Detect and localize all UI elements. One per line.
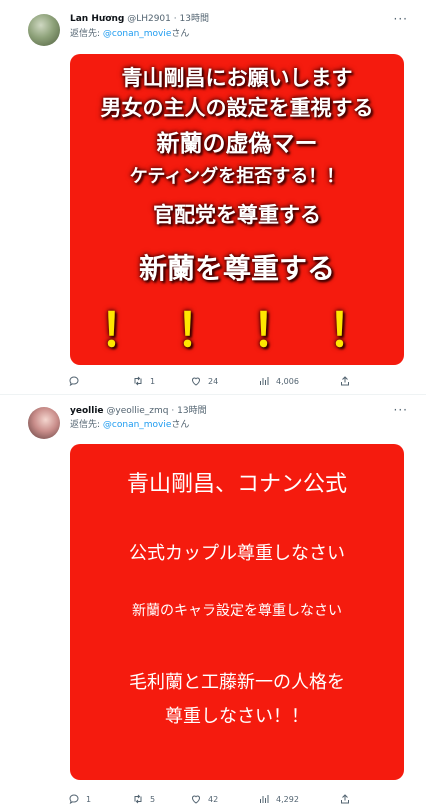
tweet-image[interactable]: 青山剛昌、コナン公式 公式カップル尊重しなさい 新蘭のキャラ設定を尊重しなさい …: [70, 444, 404, 780]
reply-count: 1: [86, 794, 92, 804]
share-button[interactable]: [339, 374, 357, 388]
author-name[interactable]: yeollie: [70, 406, 104, 416]
image-text-line: 青山剛昌、コナン公式: [126, 472, 347, 497]
more-icon[interactable]: ···: [394, 12, 408, 26]
like-count: 42: [208, 794, 219, 804]
image-text-line: 青山剛昌にお願いします: [121, 66, 353, 90]
avatar[interactable]: [28, 407, 60, 439]
image-text-line: 男女の主人の設定を重視する: [100, 96, 374, 120]
tweet-time[interactable]: 13時間: [177, 406, 206, 416]
reply-prefix: 返信先:: [70, 420, 103, 430]
reply-icon: [69, 376, 79, 387]
like-count: 24: [208, 376, 219, 386]
retweet-icon: [134, 794, 142, 804]
image-text-line: 毛利蘭と工藤新一の人格を: [129, 672, 345, 693]
tweet[interactable]: Lan Hương @LH2901 · 13時間 ··· 返信先: @conan…: [0, 0, 426, 395]
action-bar: 1 5 42 4,292: [68, 792, 368, 806]
share-icon: [341, 376, 349, 386]
image-text-line: 新蘭のキャラ設定を尊重しなさい: [132, 603, 342, 619]
reply-mention[interactable]: @conan_movie: [103, 420, 172, 430]
like-button[interactable]: 42: [190, 792, 218, 806]
share-button[interactable]: [339, 792, 357, 806]
view-count: 4,292: [276, 794, 299, 804]
heart-icon: [191, 377, 201, 386]
heart-icon: [191, 795, 201, 804]
avatar[interactable]: [28, 14, 60, 46]
retweet-count: 5: [150, 794, 156, 804]
reply-suffix: さん: [171, 420, 190, 430]
image-text-line: 新蘭の虚偽マー: [156, 131, 318, 157]
image-exclamations: ！！！！: [100, 303, 404, 357]
image-text-line: 公式カップル尊重しなさい: [129, 543, 345, 564]
author-handle[interactable]: @yeollie_zmq: [106, 406, 168, 416]
retweet-button[interactable]: 5: [132, 792, 155, 806]
action-bar: 1 24 4,006: [68, 374, 368, 388]
tweet[interactable]: yeollie @yeollie_zmq · 13時間 ··· 返信先: @co…: [0, 395, 426, 811]
tweet-time[interactable]: 13時間: [180, 14, 209, 24]
image-text-line: 新蘭を尊重する: [138, 252, 335, 285]
reply-button[interactable]: 1: [68, 792, 91, 806]
image-text-line: ケティングを拒否する！！: [129, 166, 345, 187]
reply-to: 返信先: @conan_movieさん: [70, 419, 189, 431]
author-handle[interactable]: @LH2901: [127, 14, 171, 24]
author-name[interactable]: Lan Hương: [70, 14, 124, 24]
separator-dot: ·: [173, 14, 177, 24]
tweet-header: Lan Hương @LH2901 · 13時間: [70, 13, 209, 25]
views-button[interactable]: 4,006: [258, 374, 299, 388]
tweet-image[interactable]: 青山剛昌にお願いします 男女の主人の設定を重視する 新蘭の虚偽マー ケティングを…: [70, 54, 404, 365]
retweet-button[interactable]: 1: [132, 374, 155, 388]
more-icon[interactable]: ···: [394, 403, 408, 417]
reply-prefix: 返信先:: [70, 29, 103, 39]
like-button[interactable]: 24: [190, 374, 218, 388]
reply-to: 返信先: @conan_movieさん: [70, 28, 189, 40]
reply-suffix: さん: [171, 29, 190, 39]
retweet-icon: [134, 376, 142, 386]
views-icon: [260, 795, 269, 803]
views-icon: [260, 377, 269, 385]
reply-button[interactable]: [68, 374, 86, 388]
image-text-line: 尊重しなさい！！: [165, 706, 309, 727]
view-count: 4,006: [276, 376, 299, 386]
views-button[interactable]: 4,292: [258, 792, 299, 806]
retweet-count: 1: [150, 376, 156, 386]
share-icon: [341, 794, 349, 804]
image-text-line: 官配党を尊重する: [153, 203, 321, 227]
separator-dot: ·: [171, 406, 175, 416]
tweet-header: yeollie @yeollie_zmq · 13時間: [70, 405, 207, 417]
reply-icon: [69, 794, 79, 805]
reply-mention[interactable]: @conan_movie: [103, 29, 172, 39]
